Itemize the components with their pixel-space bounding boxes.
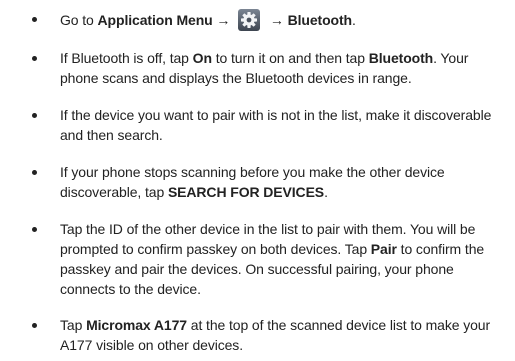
bullet-icon [32, 113, 37, 118]
list-item: Tap the ID of the other device in the li… [0, 219, 515, 299]
instruction-document: Go to Application Menu → → Bluetooth. If… [0, 0, 515, 361]
item-text: to turn it on and then tap [211, 50, 369, 66]
bluetooth-label: Bluetooth [368, 50, 434, 66]
list-item: If your phone stops scanning before you … [0, 162, 515, 202]
arrow-text: → [266, 12, 288, 28]
bluetooth-steps-list: Go to Application Menu → → Bluetooth. If… [0, 9, 515, 355]
bluetooth-label: Bluetooth [287, 12, 353, 28]
bullet-icon [32, 170, 37, 175]
device-name-label: Micromax A177 [86, 317, 187, 333]
list-item: If the device you want to pair with is n… [0, 105, 515, 145]
on-label: On [192, 50, 212, 66]
bullet-icon [32, 323, 37, 328]
item-text: Go to [60, 12, 98, 28]
list-item: Tap Micromax A177 at the top of the scan… [0, 315, 515, 355]
item-text: If the device you want to pair with is n… [60, 107, 492, 143]
search-for-devices-label: SEARCH FOR DEVICES [167, 184, 325, 200]
application-menu-label: Application Menu [97, 12, 213, 28]
arrow-text: → [212, 12, 235, 28]
bullet-icon [32, 17, 37, 22]
bullet-icon [32, 56, 37, 61]
item-text: Tap [60, 317, 87, 333]
bullet-icon [32, 227, 37, 232]
item-text: . [351, 12, 356, 28]
item-text: If Bluetooth is off, tap [60, 50, 193, 66]
pair-label: Pair [370, 241, 397, 257]
item-text: . [324, 184, 328, 200]
settings-gear-icon [238, 9, 261, 31]
list-item: Go to Application Menu → → Bluetooth. [0, 9, 515, 31]
list-item: If Bluetooth is off, tap On to turn it o… [0, 48, 515, 88]
